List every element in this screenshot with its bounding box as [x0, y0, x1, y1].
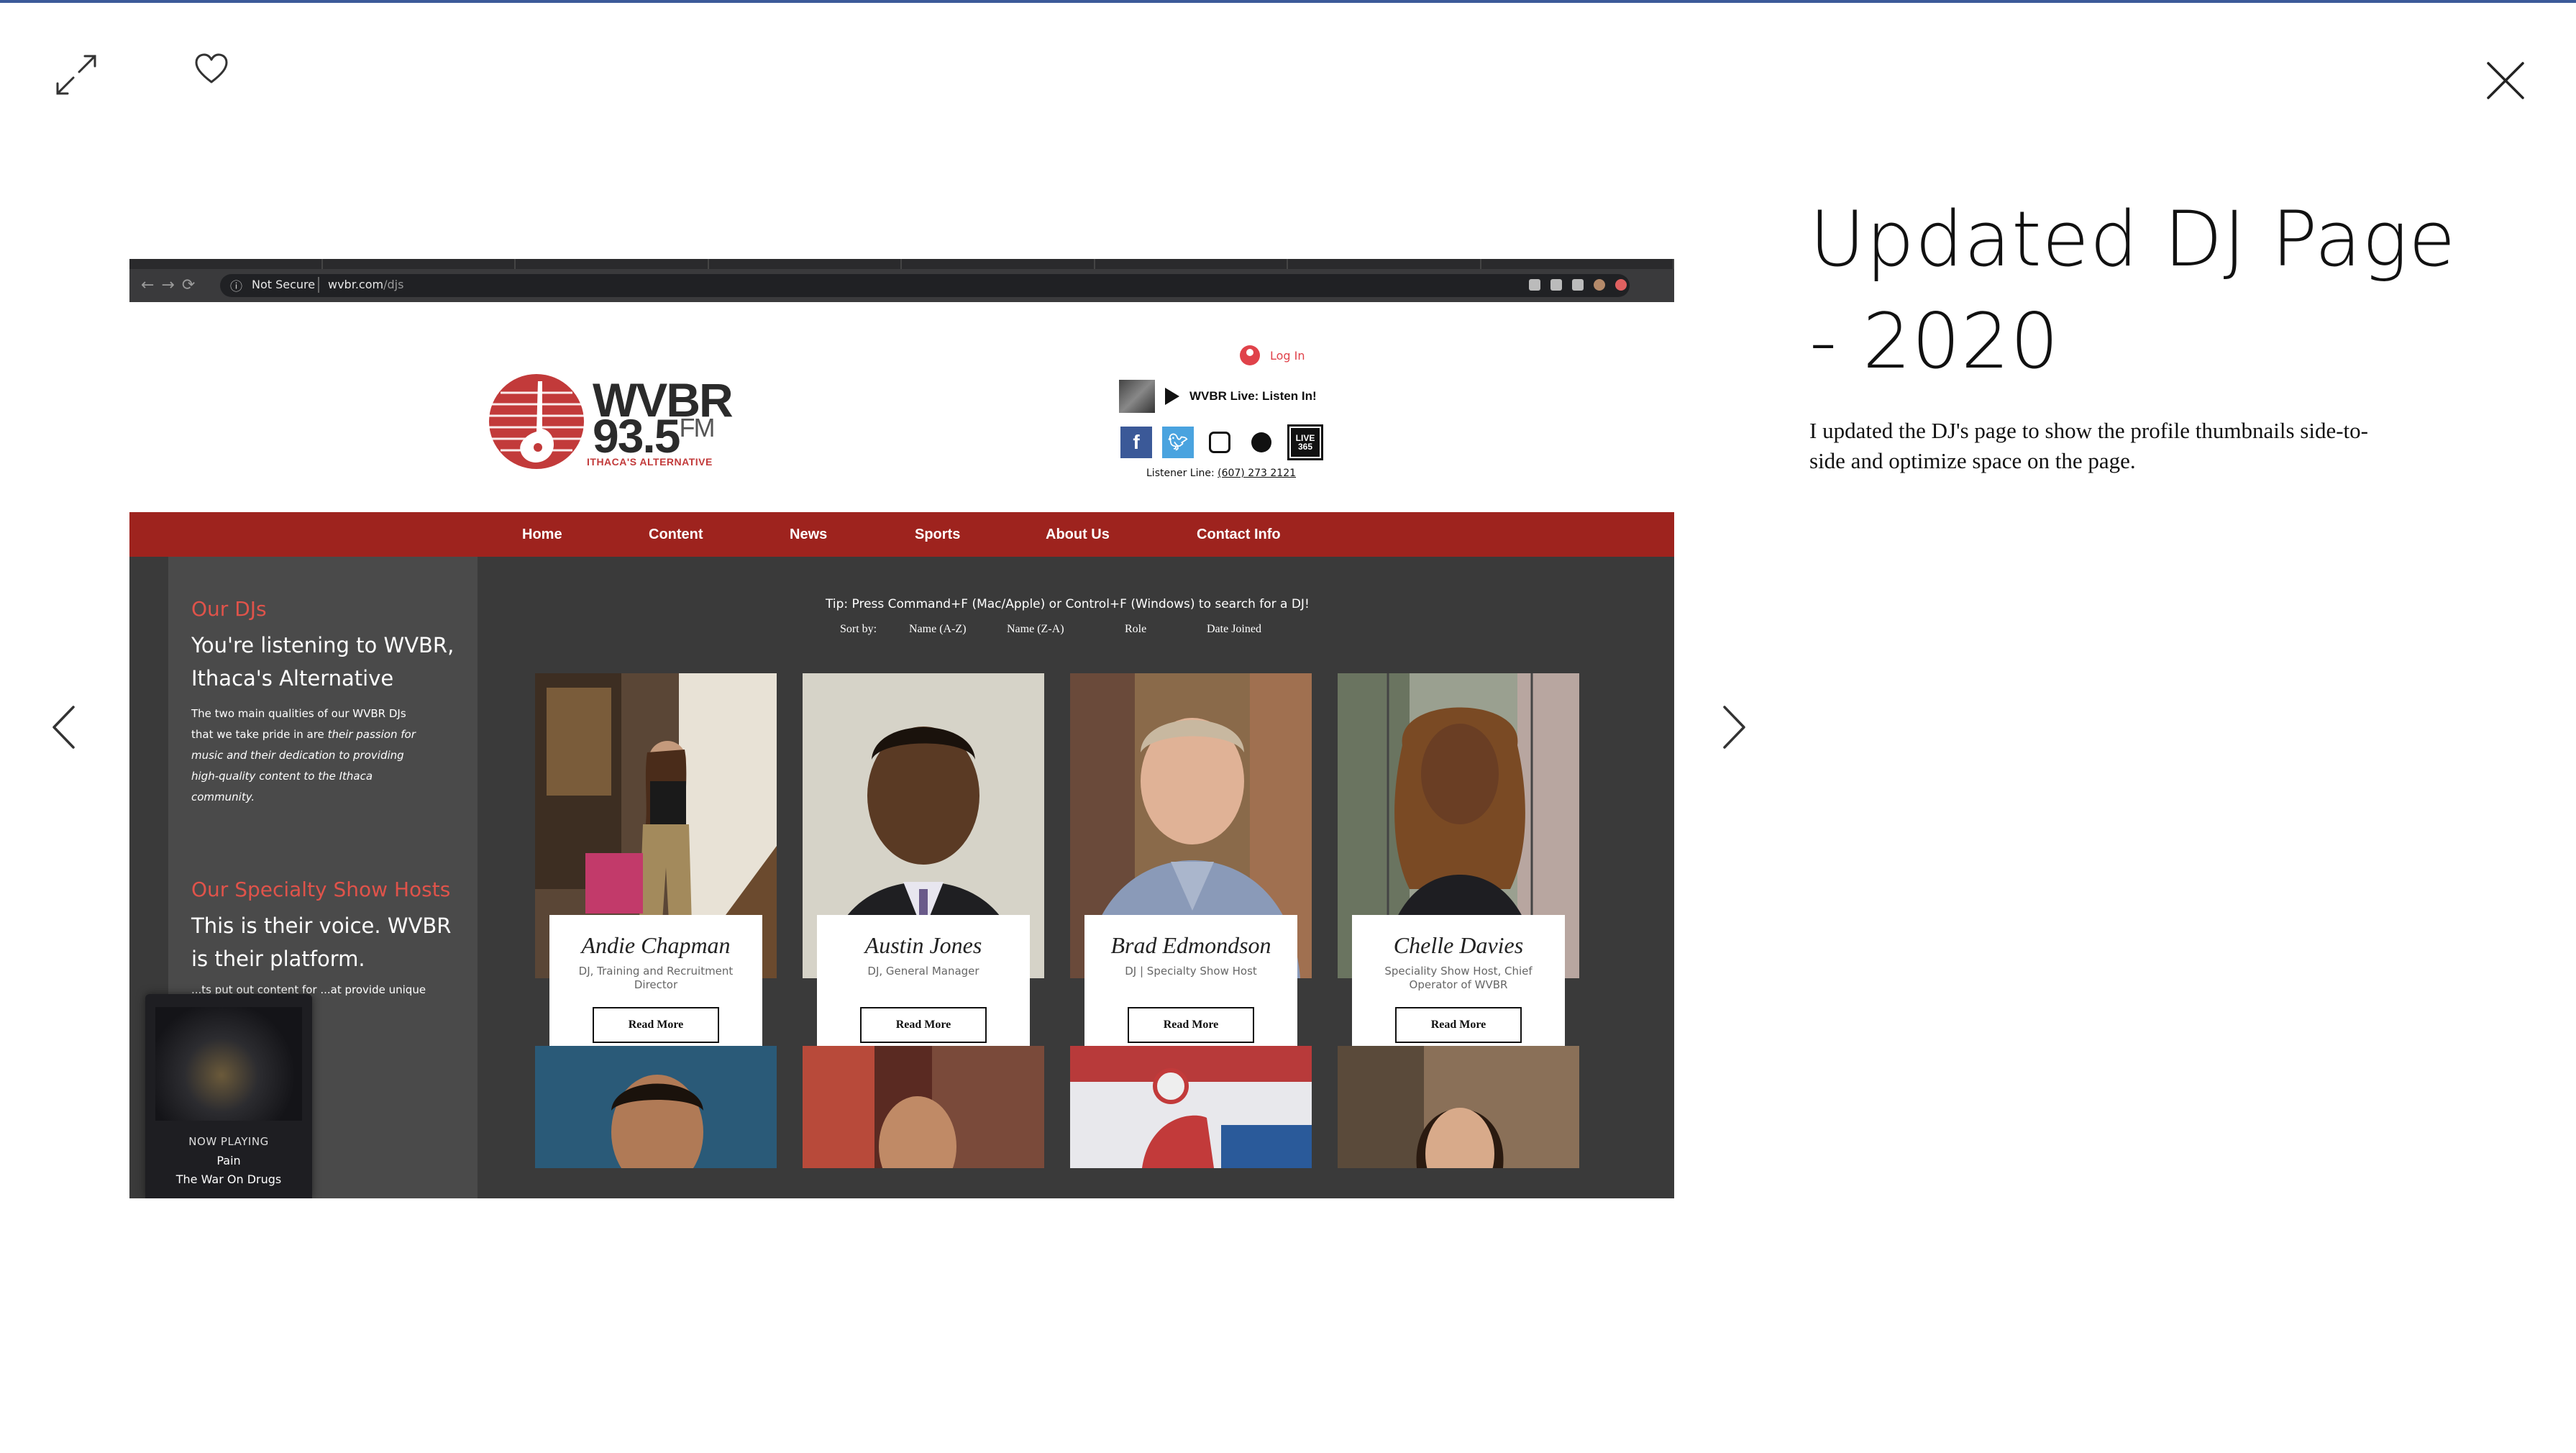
listener-phone-link[interactable]: (607) 273 2121	[1218, 468, 1296, 479]
read-more-button[interactable]: Read More	[593, 1007, 719, 1043]
instagram-icon[interactable]	[1204, 427, 1236, 458]
browser-extension-icons	[1529, 279, 1627, 291]
twitter-icon[interactable]: 🐦︎	[1162, 427, 1194, 458]
search-tip: Tip: Press Command+F (Mac/Apple) or Cont…	[826, 597, 1310, 611]
browser-toolbar: ←→⟳ ⓘ Not Secure wvbr.com/djs	[129, 269, 1674, 302]
specialty-hosts-heading: Our Specialty Show Hosts	[191, 878, 451, 901]
now-playing-track: Pain	[216, 1154, 241, 1167]
dj-name: Austin Jones	[864, 932, 982, 958]
top-accent-line	[0, 0, 2576, 3]
dj-photo[interactable]	[803, 1046, 1044, 1168]
spotify-icon[interactable]	[1246, 427, 1277, 458]
login-link[interactable]: Log In	[1240, 345, 1305, 365]
sort-role[interactable]: Role	[1125, 623, 1146, 636]
live365-icon[interactable]: LIVE 365	[1287, 424, 1323, 460]
dj-photo[interactable]	[1338, 1046, 1579, 1168]
station-thumbnail	[1119, 380, 1155, 413]
album-art	[155, 1007, 302, 1121]
nav-news[interactable]: News	[790, 527, 827, 543]
now-playing-artist: The War On Drugs	[175, 1172, 282, 1186]
chevron-left-icon[interactable]	[50, 705, 76, 750]
nav-contact-info[interactable]: Contact Info	[1197, 527, 1281, 543]
dj-name: Brad Edmondson	[1110, 932, 1271, 958]
nav-about-us[interactable]: About Us	[1046, 527, 1110, 543]
close-icon[interactable]	[2485, 60, 2526, 101]
dj-role: DJ, General Manager	[867, 965, 979, 978]
nav-content[interactable]: Content	[649, 527, 703, 543]
sort-name-za[interactable]: Name (Z-A)	[1007, 623, 1064, 636]
specialty-hosts-subheading: This is their voice. WVBR is their platf…	[191, 914, 452, 971]
user-icon	[1240, 345, 1260, 365]
dj-directory-section: Our DJs You're listening to WVBR, Ithaca…	[129, 557, 1674, 1198]
read-more-button[interactable]: Read More	[1395, 1007, 1522, 1043]
read-more-button[interactable]: Read More	[1128, 1007, 1254, 1043]
project-title: Updated DJ Page - 2020	[1809, 195, 2457, 386]
sort-date-joined[interactable]: Date Joined	[1207, 623, 1261, 636]
read-more-button[interactable]: Read More	[860, 1007, 987, 1043]
our-djs-heading: Our DJs	[191, 597, 267, 621]
our-djs-body: The two main qualities of our WVBR DJs t…	[191, 707, 416, 803]
dj-card: Chelle Davies Speciality Show Host, Chie…	[1352, 915, 1565, 1060]
sort-name-az[interactable]: Name (A-Z)	[909, 623, 967, 636]
main-nav: Home Content News Sports About Us Contac…	[129, 512, 1674, 557]
play-icon	[1165, 388, 1179, 405]
nav-home[interactable]: Home	[522, 527, 562, 543]
listen-live-button[interactable]: WVBR Live: Listen In!	[1119, 380, 1317, 413]
dj-role: DJ | Specialty Show Host	[1125, 965, 1257, 978]
listener-line: Listener Line: (607) 273 2121	[1146, 468, 1297, 479]
dj-name: Andie Chapman	[581, 932, 731, 958]
heart-icon[interactable]	[194, 53, 229, 85]
url-text: wvbr.com/djs	[328, 278, 404, 291]
address-bar: ⓘ Not Secure wvbr.com/djs	[220, 274, 1630, 297]
now-playing-widget[interactable]: NOW PLAYING Pain The War On Drugs	[145, 994, 312, 1198]
dj-photo[interactable]	[535, 1046, 777, 1168]
dj-card: Austin Jones DJ, General Manager Read Mo…	[817, 915, 1030, 1060]
now-playing-label: NOW PLAYING	[188, 1135, 269, 1148]
browser-nav-icons: ←→⟳	[141, 276, 203, 294]
dj-role: DJ, Training and Recruitment Director	[578, 965, 734, 991]
project-description: I updated the DJ's page to show the prof…	[1809, 418, 2368, 473]
our-djs-subheading: You're listening to WVBR, Ithaca's Alter…	[191, 633, 455, 691]
dj-role: Speciality Show Host, Chief Operator of …	[1384, 965, 1533, 991]
chevron-right-icon[interactable]	[1722, 705, 1748, 750]
logo-tagline: ITHACA'S ALTERNATIVE	[587, 456, 713, 468]
dj-card: Andie Chapman DJ, Training and Recruitme…	[549, 915, 762, 1060]
info-icon: ⓘ	[230, 280, 242, 294]
dj-card: Brad Edmondson DJ | Specialty Show Host …	[1084, 915, 1297, 1060]
dj-photo[interactable]	[1070, 1046, 1312, 1168]
sort-label: Sort by:	[840, 623, 877, 635]
website-screenshot: ←→⟳ ⓘ Not Secure wvbr.com/djs WVBR 93.5F…	[129, 259, 1674, 1198]
not-secure-label: Not Secure	[252, 278, 316, 291]
facebook-icon[interactable]: f	[1120, 427, 1152, 458]
browser-tab-strip	[129, 259, 1674, 269]
dj-name: Chelle Davies	[1393, 932, 1524, 958]
expand-icon[interactable]	[53, 52, 99, 98]
social-links: f 🐦︎ LIVE 365	[1120, 424, 1323, 460]
logo-frequency: 93.5FM	[593, 409, 715, 463]
nav-sports[interactable]: Sports	[915, 527, 960, 543]
